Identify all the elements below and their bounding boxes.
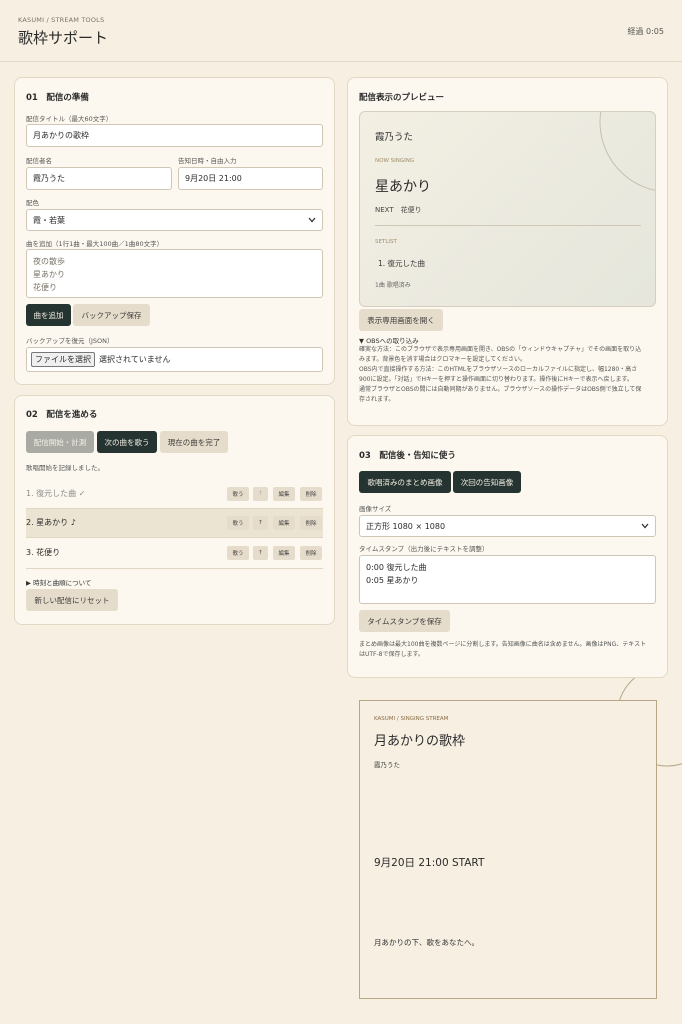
- backup-save-button[interactable]: バックアップ保存: [73, 304, 150, 326]
- restore-label: バックアップを復元（JSON）: [26, 337, 114, 345]
- edit-button[interactable]: 編集: [273, 546, 295, 560]
- title-input[interactable]: 月あかりの歌枠: [26, 124, 323, 147]
- setlist-item: 1. 復元した曲: [378, 259, 426, 268]
- complete-song-button[interactable]: 現在の曲を完了: [160, 431, 228, 453]
- preview-streamer: 霞乃うた: [375, 132, 414, 143]
- streamer-label: 配信者名: [26, 157, 52, 165]
- poster-date: 9月20日 21:00 START: [374, 857, 485, 869]
- move-up-button[interactable]: ↑: [253, 487, 268, 501]
- move-up-button[interactable]: ↑: [253, 516, 268, 530]
- after-heading: 03 配信後・告知に使う: [359, 451, 456, 461]
- next-song-button[interactable]: 次の曲を歌う: [97, 431, 157, 453]
- obs-line: OBS内で直接操作する方法：このHTMLをブラウザソースのローカルファイルに指定…: [359, 366, 638, 373]
- edit-button[interactable]: 編集: [273, 487, 295, 501]
- poster-message: 月あかりの下、歌をあなたへ。: [374, 938, 479, 947]
- poster-title: 月あかりの歌枠: [374, 734, 466, 749]
- song-name: 1. 復元した曲 ✓: [26, 489, 86, 498]
- chevron-down-icon: [641, 523, 649, 529]
- row-divider: [26, 568, 323, 569]
- edit-button[interactable]: 編集: [273, 516, 295, 530]
- brand-label: KASUMI / STREAM TOOLS: [18, 16, 105, 24]
- songs-placeholder-line: 夜の散歩: [33, 257, 65, 266]
- delete-button[interactable]: 削除: [300, 546, 322, 560]
- after-note: まとめ画像は最大100曲を複数ページに分割します。告知画像に曲名は含めません。画…: [359, 640, 659, 660]
- songs-label: 曲を追加（1行1曲・最大100曲／1曲80文字）: [26, 240, 164, 248]
- obs-line: 確実な方法：このブラウザで表示専用画面を開き、OBSの「ウィンドウキャプチャ」で…: [359, 346, 642, 353]
- table-row: 2. 星あかり ♪ 歌う ↑ 編集 削除: [26, 509, 323, 537]
- stream-preview: 霞乃うた NOW SINGING 星あかり NEXT 花便り SETLIST 1…: [359, 111, 656, 307]
- move-up-button[interactable]: ↑: [253, 546, 268, 560]
- timestamp-line: 0:00 復元した曲: [366, 563, 427, 572]
- note-line: はUTF-8で保存します。: [359, 651, 424, 658]
- sing-button[interactable]: 歌う: [227, 516, 249, 530]
- progress-status: 歌唱開始を記録しました。: [26, 464, 104, 472]
- now-singing-label: NOW SINGING: [375, 158, 415, 164]
- color-select[interactable]: 霞・若葉: [26, 209, 323, 231]
- prep-heading: 01 配信の準備: [26, 93, 89, 103]
- streamer-input[interactable]: 霞乃うた: [26, 167, 172, 190]
- song-name: 3. 花便り: [26, 548, 61, 557]
- songs-placeholder-line: 花便り: [33, 283, 57, 292]
- color-label: 配色: [26, 199, 39, 207]
- chevron-down-icon: [308, 217, 316, 223]
- file-select-button[interactable]: ファイルを選択: [31, 352, 95, 367]
- next-song: NEXT 花便り: [375, 206, 422, 214]
- open-display-button[interactable]: 表示専用画面を開く: [359, 309, 443, 331]
- songs-placeholder-line: 星あかり: [33, 270, 65, 279]
- obs-instructions: 確実な方法：このブラウザで表示専用画面を開き、OBSの「ウィンドウキャプチャ」で…: [359, 345, 659, 405]
- start-stream-button[interactable]: 配信開始・計測: [26, 431, 94, 453]
- file-status: 選択されていません: [99, 355, 171, 364]
- size-select[interactable]: 正方形 1080 × 1080: [359, 515, 656, 537]
- obs-line: みます。背景色を消す場合はクロマキーを設定してください。: [359, 356, 527, 363]
- setlist-label: SETLIST: [375, 239, 397, 245]
- note-line: まとめ画像は最大100曲を複数ページに分割します。告知画像に曲名は含めません。画…: [359, 641, 647, 648]
- size-select-value: 正方形 1080 × 1080: [366, 521, 446, 531]
- add-song-button[interactable]: 曲を追加: [26, 304, 71, 326]
- sung-count: 1曲 歌唱済み: [375, 282, 411, 289]
- timestamp-line: 0:05 星あかり: [366, 576, 419, 585]
- summary-image-button[interactable]: 歌唱済みのまとめ画像: [359, 471, 451, 493]
- announce-poster: KASUMI / SINGING STREAM 月あかりの歌枠 霞乃うた 9月2…: [359, 700, 657, 999]
- date-input[interactable]: 9月20日 21:00: [178, 167, 323, 190]
- timestamp-textarea[interactable]: 0:00 復元した曲 0:05 星あかり: [359, 555, 656, 604]
- preview-divider: [375, 225, 641, 226]
- save-timestamp-button[interactable]: タイムスタンプを保存: [359, 610, 450, 632]
- table-row: 1. 復元した曲 ✓ 歌う ↑ 編集 削除: [26, 480, 323, 508]
- preview-heading: 配信表示のプレビュー: [359, 93, 445, 103]
- size-label: 画像サイズ: [359, 505, 392, 513]
- color-select-value: 霞・若葉: [33, 215, 65, 225]
- songs-textarea[interactable]: 夜の散歩 星あかり 花便り: [26, 249, 323, 298]
- poster-brand: KASUMI / SINGING STREAM: [374, 716, 449, 722]
- page-title: 歌枠サポート: [18, 29, 109, 47]
- about-toggle[interactable]: ▶ 時刻と曲順について: [26, 577, 91, 587]
- elapsed-timer: 経過 0:05: [627, 27, 664, 36]
- obs-line: 存されます。: [359, 396, 395, 403]
- obs-line: 900に設定。「対話」でHキーを押すと操作画面に切り替わります。操作後にHキーで…: [359, 376, 633, 383]
- sing-button[interactable]: 歌う: [227, 487, 249, 501]
- row-divider: [26, 537, 323, 538]
- sing-button[interactable]: 歌う: [227, 546, 249, 560]
- restore-file-input[interactable]: ファイルを選択 選択されていません: [26, 347, 323, 372]
- title-label: 配信タイトル（最大60文字）: [26, 115, 113, 123]
- date-label: 告知日時・自由入力: [178, 157, 237, 165]
- app-header: KASUMI / STREAM TOOLS 歌枠サポート 経過 0:05: [0, 0, 682, 62]
- obs-toggle[interactable]: ▼ OBSへの取り込み: [359, 335, 419, 345]
- song-name: 2. 星あかり ♪: [26, 518, 76, 527]
- poster-streamer: 霞乃うた: [374, 761, 400, 769]
- delete-button[interactable]: 削除: [300, 516, 322, 530]
- progress-heading: 02 配信を進める: [26, 410, 98, 420]
- table-row: 3. 花便り 歌う ↑ 編集 削除: [26, 539, 323, 567]
- obs-line: 通常ブラウザとOBSの間には自動同期がありません。ブラウザソースの操作データはO…: [359, 386, 642, 393]
- reset-button[interactable]: 新しい配信にリセット: [26, 589, 118, 611]
- timestamp-label: タイムスタンプ（出力後にテキストを調整）: [359, 545, 489, 553]
- now-song: 星あかり: [375, 179, 431, 195]
- next-announce-button[interactable]: 次回の告知画像: [453, 471, 521, 493]
- delete-button[interactable]: 削除: [300, 487, 322, 501]
